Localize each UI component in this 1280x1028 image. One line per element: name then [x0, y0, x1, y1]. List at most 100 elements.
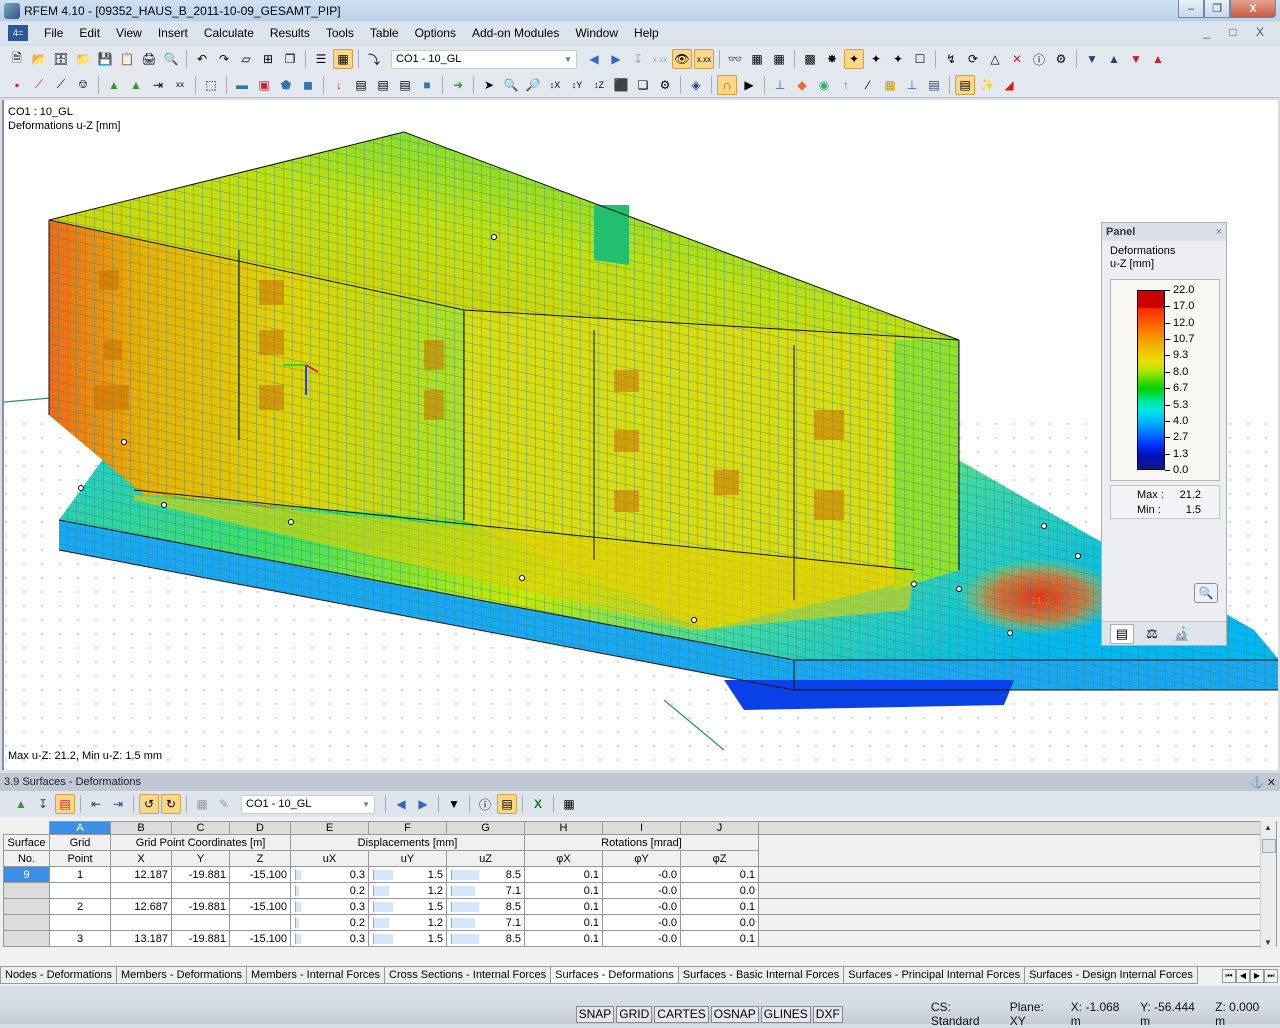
uz-cell[interactable]: 8.5 [446, 866, 525, 883]
table-load-case-combo[interactable]: CO1 - 10_GL ▼ [241, 794, 375, 814]
view-x-icon[interactable]: ✦ [866, 49, 886, 69]
panel-toggle-icon[interactable]: ▤ [955, 74, 975, 95]
surface-no-cell[interactable] [3, 898, 50, 915]
ux-cell[interactable]: 0.3 [290, 930, 369, 947]
next-tab-icon[interactable]: ▶ [1250, 969, 1264, 983]
menu-table[interactable]: Table [362, 26, 407, 40]
solid-model-icon[interactable]: ◈ [686, 75, 706, 95]
zoom-window-icon[interactable]: 🔍 [501, 75, 521, 95]
sheet-tab[interactable]: Members - Internal Forces [246, 967, 386, 984]
next-arrow-icon[interactable]: ▶ [606, 49, 626, 69]
sheet-tab[interactable]: Surfaces - Basic Internal Forces [677, 967, 845, 984]
phiy-cell[interactable]: -0.0 [602, 930, 681, 947]
last-tab-icon[interactable]: ⏭ [1264, 969, 1278, 983]
pin-close-icons[interactable]: ⚓ ✕ [1250, 776, 1276, 789]
color-scale-tab-icon[interactable]: ▤ [1110, 623, 1134, 644]
cartes-toggle[interactable]: CARTES [654, 1005, 709, 1023]
dimension-icon[interactable]: ⇥ [148, 75, 168, 95]
restore-button[interactable]: ❐ [1204, 0, 1230, 18]
polyline-icon[interactable]: ⎊ [73, 75, 93, 95]
parallelogram-icon[interactable]: ▱ [236, 49, 256, 69]
uz-cell[interactable]: 8.5 [446, 898, 525, 915]
column-letter-g[interactable]: G [446, 821, 525, 835]
phiz-cell[interactable]: 0.1 [680, 898, 759, 915]
mirror-icon[interactable]: △ [985, 49, 1005, 69]
view-iso-icon[interactable]: ✦ [844, 49, 864, 69]
line-support-icon[interactable]: ▲ [126, 75, 146, 95]
phiz-cell[interactable]: 0.0 [680, 914, 759, 931]
table-next-arrow-icon[interactable]: ▶ [413, 794, 433, 814]
table-row[interactable]: 0.2 1.2 7.1 0.1 -0.0 0.0 [3, 882, 1277, 899]
menu-insert[interactable]: Insert [150, 26, 196, 40]
uy-cell[interactable]: 1.2 [368, 914, 447, 931]
table-sync-icon[interactable]: ↺ [139, 794, 159, 814]
table-select-icon[interactable]: ↻ [161, 794, 181, 814]
table-prev-icon[interactable]: ⇤ [86, 794, 106, 814]
microscope-tab-icon[interactable]: 🔬 [1170, 624, 1194, 644]
surface-no-cell[interactable] [3, 914, 50, 931]
graphics-viewport[interactable]: CO1 : 10_GL Deformations u-Z [mm] 21.2 M… [2, 100, 1278, 770]
result-diagram-2-icon[interactable]: ▦ [769, 49, 789, 69]
phiy-cell[interactable]: -0.0 [602, 882, 681, 899]
settings-icon[interactable]: ⚙ [1051, 49, 1071, 69]
sheet-tab[interactable]: Surfaces - Deformations [550, 967, 679, 984]
export-down-icon[interactable]: ▼ [1082, 49, 1102, 69]
panel-header[interactable]: Panel × [1102, 223, 1226, 241]
excel-export-icon[interactable]: X [528, 794, 548, 814]
select-pointer-icon[interactable]: ➤ [479, 75, 499, 95]
nodal-load-icon[interactable]: ↓ [329, 75, 349, 95]
load-display-icon[interactable]: ↧ [628, 49, 648, 69]
menu-edit[interactable]: Edit [71, 26, 108, 40]
uy-cell[interactable]: 1.5 [368, 866, 447, 883]
color-legend[interactable]: 22.0 17.0 12.0 10.7 9.3 8.0 6.7 5.3 4.0 2.7 1.3 0.0 [1110, 279, 1220, 481]
minimize-button[interactable]: – [1178, 0, 1204, 18]
menu-window[interactable]: Window [567, 26, 626, 40]
column-letter-b[interactable]: B [110, 821, 172, 835]
y-cell[interactable]: -19.881 [171, 898, 230, 915]
generate-loads-icon[interactable]: ➜ [448, 75, 468, 95]
surface-no-cell[interactable]: 9 [3, 866, 50, 883]
table-filter-icon[interactable]: ▲ [11, 794, 31, 814]
view-along-y-icon[interactable]: ↕Y [567, 75, 587, 95]
surface-no-cell[interactable] [3, 930, 50, 947]
uy-cell[interactable]: 1.5 [368, 930, 447, 947]
nodal-support-icon[interactable]: ▲ [104, 75, 124, 95]
table-edit-icon[interactable]: ✎ [214, 794, 234, 814]
x-cell[interactable]: 12.187 [110, 866, 172, 883]
view-z-icon[interactable]: ☐ [910, 49, 930, 69]
open-file-icon[interactable]: 📂 [29, 49, 49, 69]
close-button[interactable]: X [1230, 0, 1276, 18]
column-letter-j[interactable]: J [680, 821, 759, 835]
imposed-deformation-icon[interactable]: ■ [417, 75, 437, 95]
mesh-icon[interactable]: ▩ [800, 49, 820, 69]
x-cell[interactable]: 13.187 [110, 930, 172, 947]
uz-cell[interactable]: 7.1 [446, 914, 525, 931]
grid-toggle[interactable]: GRID [616, 1005, 653, 1023]
phix-cell[interactable]: 0.1 [524, 930, 603, 947]
uy-cell[interactable]: 1.5 [368, 898, 447, 915]
table-previous-icon[interactable]: ◀ [391, 794, 411, 814]
animation-icon[interactable]: ▶ [739, 75, 759, 95]
grid-point-cell[interactable] [49, 914, 111, 931]
table-grid-icon[interactable]: ▦ [192, 794, 212, 814]
save-icon[interactable]: 💾 [95, 49, 115, 69]
phiy-cell[interactable]: -0.0 [602, 866, 681, 883]
column-letter-d[interactable]: D [229, 821, 291, 835]
panel-zoom-icon[interactable]: 🔍 [1194, 583, 1218, 603]
section-results-icon[interactable]: ∕ [858, 75, 878, 95]
x-cell[interactable]: 12.687 [110, 898, 172, 915]
previous-tab-icon[interactable]: ◀ [1236, 969, 1250, 983]
table-row[interactable]: 0.2 1.2 7.1 0.1 -0.0 0.0 [3, 914, 1277, 931]
first-tab-icon[interactable]: ⏮ [1222, 969, 1236, 983]
surfaces-deformations-table[interactable]: A B C D E F G H I J Surface Grid Grid Po… [3, 821, 1277, 947]
info-icon[interactable]: ⓘ [1029, 49, 1049, 69]
menu-tools[interactable]: Tools [318, 26, 362, 40]
color-scheme-icon[interactable]: ✨ [977, 75, 997, 95]
uz-cell[interactable]: 8.5 [446, 930, 525, 947]
y-cell[interactable] [171, 882, 230, 899]
grid-point-cell[interactable] [49, 882, 111, 899]
sheet-tab[interactable]: Members - Deformations [116, 967, 248, 984]
render-options-icon[interactable]: ⚙ [655, 75, 675, 95]
solid-icon[interactable]: ⬟ [276, 75, 296, 95]
phiy-cell[interactable]: -0.0 [602, 898, 681, 915]
